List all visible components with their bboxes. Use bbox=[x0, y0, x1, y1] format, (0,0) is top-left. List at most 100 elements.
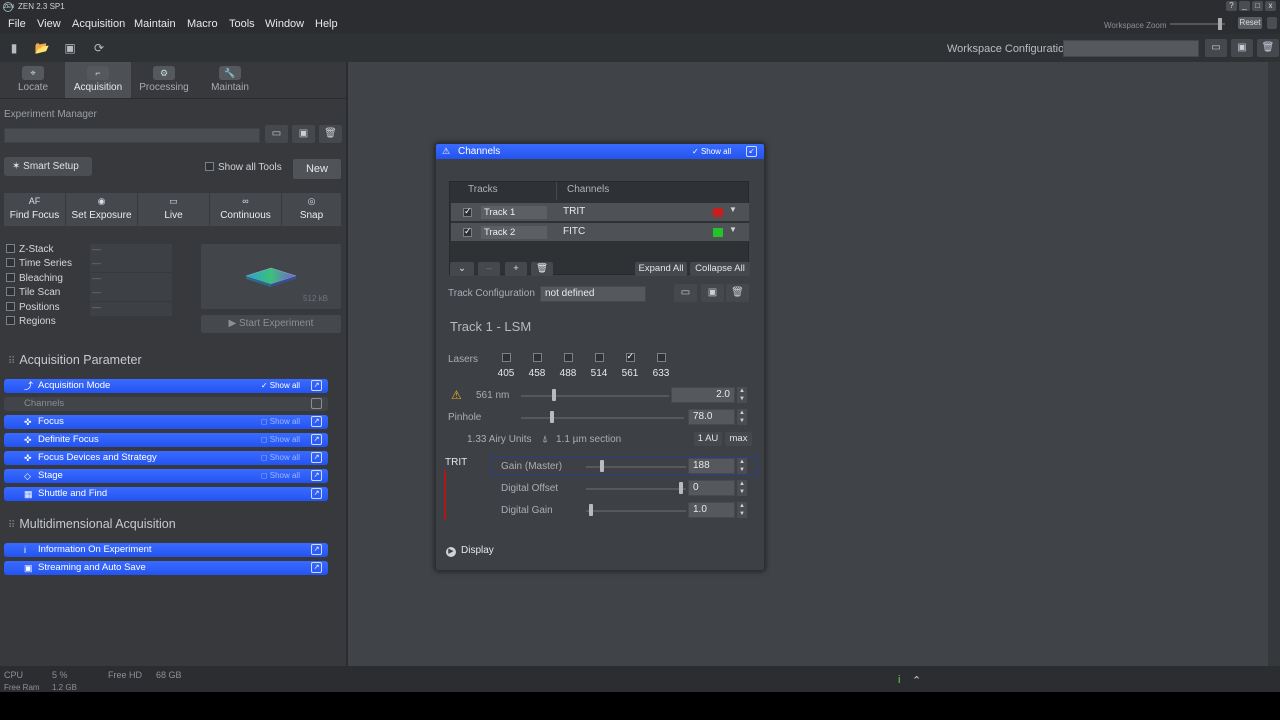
dock-icon[interactable]: ↙ bbox=[746, 146, 757, 157]
pinhole-field[interactable]: 78.0 bbox=[688, 409, 735, 425]
laser-power-field[interactable]: 2.0 bbox=[671, 387, 735, 403]
info-status-icon[interactable]: i bbox=[898, 674, 900, 686]
max-button[interactable]: max bbox=[725, 432, 752, 446]
menu-macro[interactable]: Macro bbox=[187, 18, 218, 30]
stage-tool[interactable]: ◇ Stage ◻ Show all ↗ bbox=[4, 469, 328, 483]
digital-offset-field[interactable]: 0 bbox=[688, 480, 735, 496]
workspace-delete-button[interactable]: 🗑 bbox=[1257, 39, 1279, 57]
chevron-up-icon[interactable]: ⌃ bbox=[912, 674, 921, 687]
laser-power-spinner[interactable]: ▲ ▼ bbox=[737, 387, 747, 403]
track-name[interactable]: Track 2 bbox=[481, 226, 547, 239]
undock-icon[interactable]: ↗ bbox=[311, 434, 322, 445]
digital-gain-slider[interactable] bbox=[586, 510, 686, 512]
undock-icon[interactable]: ↗ bbox=[311, 470, 322, 481]
show-all-toggle[interactable]: ◻ Show all bbox=[261, 433, 300, 447]
z-stack-checkbox[interactable]: Z-Stack bbox=[6, 244, 53, 255]
find-focus-button[interactable]: AF Find Focus bbox=[4, 193, 66, 226]
undock-icon[interactable]: ↗ bbox=[311, 452, 322, 463]
tab-maintain[interactable]: 🔧 Maintain bbox=[197, 62, 263, 98]
laser-633-toggle[interactable]: 633 bbox=[646, 352, 676, 379]
workspace-config-field[interactable] bbox=[1063, 40, 1199, 57]
help-window-button[interactable]: ? bbox=[1226, 1, 1237, 11]
time-series-checkbox[interactable]: Time Series bbox=[6, 258, 72, 269]
show-all-toggle[interactable]: ◻ Show all bbox=[261, 469, 300, 483]
workspace-save-button[interactable]: ▣ bbox=[1231, 39, 1253, 57]
digital-offset-slider[interactable] bbox=[586, 488, 686, 490]
zoom-options-icon[interactable] bbox=[1267, 17, 1277, 29]
save-icon[interactable]: ▣ bbox=[62, 40, 78, 56]
menu-maintain[interactable]: Maintain bbox=[134, 18, 176, 30]
information-on-experiment-tool[interactable]: i Information On Experiment ↗ bbox=[4, 543, 328, 557]
pinhole-slider[interactable] bbox=[521, 417, 684, 419]
laser-power-slider[interactable] bbox=[521, 395, 669, 397]
display-section-toggle[interactable]: ▶ Display bbox=[446, 545, 494, 557]
digital-offset-thumb[interactable] bbox=[679, 482, 683, 494]
bleaching-checkbox[interactable]: Bleaching bbox=[6, 273, 63, 284]
focus-tool[interactable]: ✜ Focus ◻ Show all ↗ bbox=[4, 415, 328, 429]
set-exposure-button[interactable]: ◉ Set Exposure bbox=[66, 193, 138, 226]
menu-tools[interactable]: Tools bbox=[229, 18, 255, 30]
streaming-auto-save-tool[interactable]: ▣ Streaming and Auto Save ↗ bbox=[4, 561, 328, 575]
tab-locate[interactable]: ⌖ Locate bbox=[0, 62, 66, 98]
gain-field[interactable]: 188 bbox=[688, 458, 735, 474]
undock-icon[interactable]: ↗ bbox=[311, 380, 322, 391]
experiment-select-field[interactable] bbox=[4, 128, 260, 143]
menu-file[interactable]: File bbox=[8, 18, 26, 30]
expand-all-button[interactable]: Expand All bbox=[635, 262, 687, 276]
close-button[interactable]: x bbox=[1265, 1, 1276, 11]
one-au-button[interactable]: 1 AU bbox=[694, 432, 722, 446]
collapse-all-button[interactable]: Collapse All bbox=[690, 262, 750, 276]
track-row[interactable]: Track 1 TRIT ▼ bbox=[451, 203, 749, 222]
show-all-toggle[interactable]: ◻ Show all bbox=[261, 451, 300, 465]
pinhole-spinner[interactable]: ▲ ▼ bbox=[737, 409, 747, 425]
track-config-open-button[interactable]: ▭ bbox=[674, 284, 697, 302]
acquisition-mode-tool[interactable]: ⤴ Acquisition Mode ✓ Show all ↗ bbox=[4, 379, 328, 393]
show-all-toggle[interactable]: ✓ Show all bbox=[692, 144, 731, 159]
laser-405-toggle[interactable]: 405 bbox=[491, 352, 521, 379]
tab-processing[interactable]: ⚙ Processing bbox=[131, 62, 197, 98]
acquisition-parameter-header[interactable]: ⠿ Acquisition Parameter bbox=[8, 353, 142, 367]
undock-icon[interactable] bbox=[311, 398, 322, 409]
new-experiment-button[interactable]: New bbox=[293, 159, 341, 179]
experiment-delete-button[interactable]: 🗑 bbox=[319, 125, 342, 143]
regions-checkbox[interactable]: Regions bbox=[6, 316, 56, 327]
minimize-button[interactable]: _ bbox=[1239, 1, 1250, 11]
digital-gain-thumb[interactable] bbox=[589, 504, 593, 516]
continuous-button[interactable]: ∞ Continuous bbox=[210, 193, 282, 226]
delete-track-icon[interactable]: 🗑 bbox=[531, 262, 553, 276]
track-config-delete-button[interactable]: 🗑 bbox=[726, 284, 749, 302]
lock-icon[interactable]: ⍋ bbox=[542, 434, 548, 445]
undock-icon[interactable]: ↗ bbox=[311, 562, 322, 573]
menu-acquisition[interactable]: Acquisition bbox=[72, 18, 125, 30]
maximize-button[interactable]: □ bbox=[1252, 1, 1263, 11]
track-row[interactable]: Track 2 FITC ▼ bbox=[451, 223, 749, 242]
menu-help[interactable]: Help bbox=[315, 18, 338, 30]
laser-514-toggle[interactable]: 514 bbox=[584, 352, 614, 379]
undock-icon[interactable]: ↗ bbox=[311, 544, 322, 555]
workspace-open-button[interactable]: ▭ bbox=[1205, 39, 1227, 57]
start-experiment-button[interactable]: ▶ Start Experiment bbox=[201, 315, 341, 333]
track-name[interactable]: Track 1 bbox=[481, 206, 547, 219]
laser-power-thumb[interactable] bbox=[551, 389, 556, 401]
gain-spinner[interactable]: ▲ ▼ bbox=[737, 458, 747, 474]
chevron-down-icon[interactable]: ▼ bbox=[729, 205, 737, 214]
live-button[interactable]: ▭ Live bbox=[138, 193, 210, 226]
track-config-save-button[interactable]: ▣ bbox=[701, 284, 724, 302]
track-1-checkbox[interactable] bbox=[463, 206, 476, 219]
open-folder-icon[interactable]: 📂 bbox=[34, 40, 50, 56]
tile-scan-checkbox[interactable]: Tile Scan bbox=[6, 287, 60, 298]
snap-button[interactable]: ◎ Snap bbox=[282, 193, 341, 226]
positions-checkbox[interactable]: Positions bbox=[6, 302, 60, 313]
add-track-icon[interactable]: + bbox=[505, 262, 527, 276]
zoom-reset-button[interactable]: Reset bbox=[1238, 17, 1262, 29]
undock-icon[interactable]: ↗ bbox=[311, 488, 322, 499]
laser-561-toggle[interactable]: 561 bbox=[615, 351, 645, 379]
show-all-toggle[interactable]: ✓ Show all bbox=[261, 379, 300, 393]
chevron-down-icon[interactable]: ▼ bbox=[729, 225, 737, 234]
remove-track-icon[interactable]: – bbox=[478, 262, 500, 276]
definite-focus-tool[interactable]: ✜ Definite Focus ◻ Show all ↗ bbox=[4, 433, 328, 447]
shuttle-and-find-tool[interactable]: ▦ Shuttle and Find ↗ bbox=[4, 487, 328, 501]
experiment-save-button[interactable]: ▣ bbox=[292, 125, 315, 143]
refresh-icon[interactable]: ⟳ bbox=[91, 40, 107, 56]
right-panel-collapsed[interactable] bbox=[1268, 62, 1280, 666]
